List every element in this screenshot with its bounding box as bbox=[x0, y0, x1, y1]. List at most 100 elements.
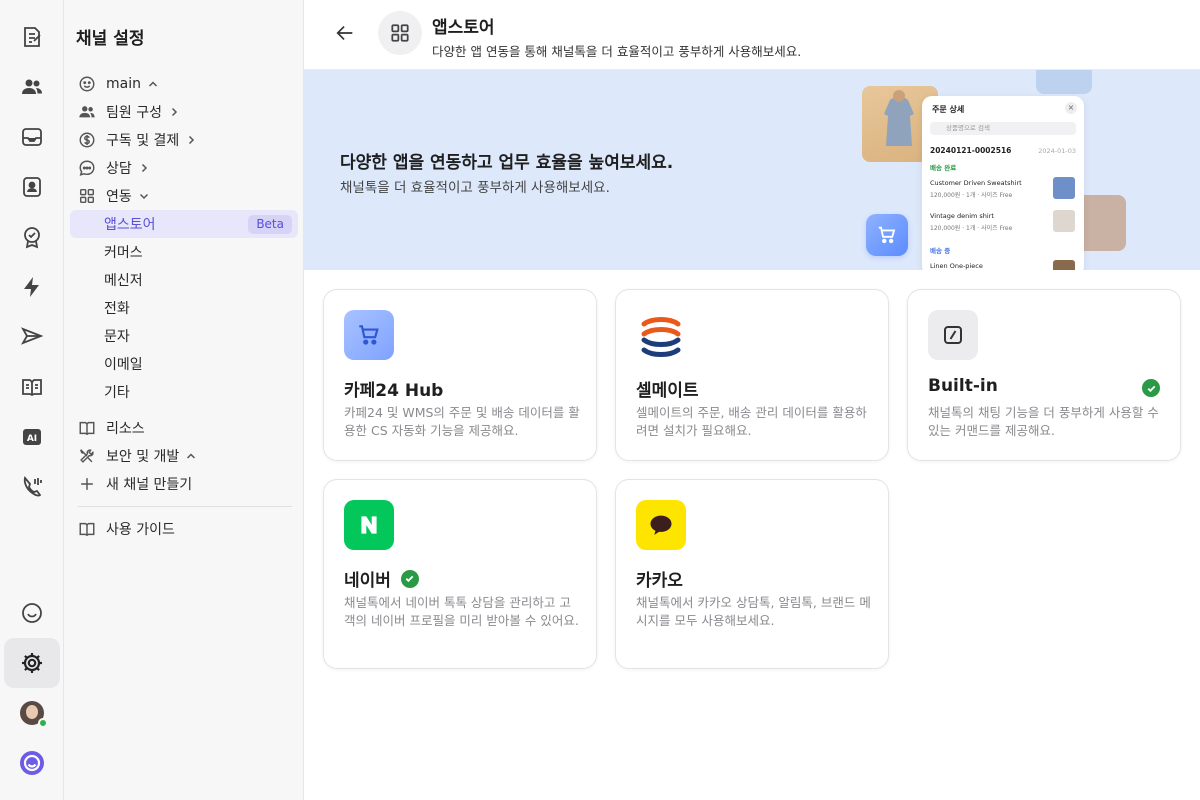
ai-icon[interactable]: AI bbox=[4, 412, 60, 462]
mock-search: 상품명으로 검색 bbox=[930, 122, 1076, 135]
mock-thumb bbox=[1053, 177, 1075, 199]
channel-talk-icon[interactable] bbox=[4, 588, 60, 638]
sidebar-item-phone[interactable]: 전화 bbox=[70, 294, 298, 322]
lightning-icon[interactable] bbox=[4, 262, 60, 312]
sidebar-item-label: 리소스 bbox=[106, 421, 145, 437]
app-card-builtin[interactable]: Built-in 채널톡의 채팅 기능을 더 풍부하게 사용할 수 있는 커맨드… bbox=[907, 289, 1181, 461]
app-name: 카카오 bbox=[636, 571, 683, 591]
app-title: 네이버 bbox=[344, 566, 419, 591]
grid-icon bbox=[78, 187, 96, 205]
app-name: 카페24 Hub bbox=[344, 381, 444, 401]
contacts-icon[interactable] bbox=[4, 62, 60, 112]
mock-item: Customer Driven Sweatshirt bbox=[930, 179, 1022, 187]
guide-icon bbox=[78, 520, 96, 538]
mock-order-id: 20240121-0002516 bbox=[930, 146, 1012, 155]
sidebar-item-guide[interactable]: 사용 가이드 bbox=[70, 515, 298, 543]
sellmate-logo bbox=[636, 310, 686, 360]
mock-item-meta: 120,000원 · 1개 · 사이즈 Free bbox=[930, 225, 1013, 232]
app-title: 셀메이트 bbox=[636, 376, 699, 401]
sidebar-item-resources[interactable]: 리소스 bbox=[70, 414, 298, 442]
app-description: 채널톡에서 네이버 톡톡 상담을 관리하고 고객의 네이버 프로필을 미리 받아… bbox=[344, 595, 579, 628]
sidebar-item-label: 보안 및 개발 bbox=[106, 449, 180, 465]
online-status-dot bbox=[38, 718, 48, 728]
sidebar-item-messenger[interactable]: 메신저 bbox=[70, 266, 298, 294]
sidebar-item-main[interactable]: main bbox=[70, 70, 298, 98]
chevron-right-icon bbox=[138, 162, 150, 174]
brand-logo-icon[interactable] bbox=[4, 738, 60, 788]
chevron-up-icon bbox=[185, 450, 197, 462]
back-arrow-icon[interactable] bbox=[332, 20, 358, 46]
beta-badge: Beta bbox=[248, 215, 292, 234]
sidebar-item-label: 커머스 bbox=[104, 245, 143, 261]
chevron-right-icon bbox=[185, 134, 197, 146]
plus-icon bbox=[78, 475, 96, 493]
sidebar-item-label: 새 채널 만들기 bbox=[106, 477, 193, 493]
mock-thumb bbox=[1053, 210, 1075, 232]
tools-icon bbox=[78, 447, 96, 465]
sidebar-item-new-channel[interactable]: 새 채널 만들기 bbox=[70, 470, 298, 498]
sidebar-item-label: 상담 bbox=[106, 161, 132, 177]
app-card-kakao[interactable]: 카카오 채널톡에서 카카오 상담톡, 알림톡, 브랜드 메시지를 모두 사용해보… bbox=[615, 479, 889, 669]
svg-text:AI: AI bbox=[27, 434, 37, 444]
sidebar-item-label: 문자 bbox=[104, 329, 130, 345]
mock-status: 배송 중 bbox=[930, 247, 951, 255]
banner-subtitle: 채널톡을 더 효율적이고 풍부하게 사용해보세요. bbox=[340, 180, 610, 196]
send-icon[interactable] bbox=[4, 312, 60, 362]
sidebar-item-etc[interactable]: 기타 bbox=[70, 378, 298, 406]
app-description: 채널톡에서 카카오 상담톡, 알림톡, 브랜드 메시지를 모두 사용해보세요. bbox=[636, 595, 871, 628]
team-icon bbox=[78, 103, 96, 121]
sidebar-item-commerce[interactable]: 커머스 bbox=[70, 238, 298, 266]
app-name: 네이버 bbox=[344, 571, 391, 591]
app-title: 카카오 bbox=[636, 566, 683, 591]
appstore-grid-icon bbox=[378, 11, 422, 55]
sidebar-item-security-dev[interactable]: 보안 및 개발 bbox=[70, 442, 298, 470]
phone-icon[interactable] bbox=[4, 462, 60, 512]
smile-icon bbox=[78, 75, 96, 93]
sidebar-item-sms[interactable]: 문자 bbox=[70, 322, 298, 350]
sidebar-item-team[interactable]: 팀원 구성 bbox=[70, 98, 298, 126]
compose-icon[interactable] bbox=[4, 12, 60, 62]
global-nav-rail: AI bbox=[0, 0, 64, 800]
chevron-up-icon bbox=[147, 78, 159, 90]
sidebar-item-label: 앱스토어 bbox=[104, 217, 156, 233]
sidebar-item-appstore[interactable]: 앱스토어 Beta bbox=[70, 210, 298, 238]
cart-icon bbox=[344, 310, 394, 360]
sidebar-item-billing[interactable]: 구독 및 결제 bbox=[70, 126, 298, 154]
sidebar-item-label: 사용 가이드 bbox=[106, 522, 175, 538]
mock-item: Linen One-piece bbox=[930, 262, 983, 270]
sidebar-item-label: 이메일 bbox=[104, 357, 143, 373]
sidebar-item-label: main bbox=[106, 76, 141, 92]
sidebar-title: 채널 설정 bbox=[76, 29, 145, 49]
naver-logo bbox=[344, 500, 394, 550]
installed-check-icon bbox=[1142, 379, 1160, 397]
app-name: 셀메이트 bbox=[636, 381, 699, 401]
app-description: 카페24 및 WMS의 주문 및 배송 데이터를 활용한 CS 자동화 기능을 … bbox=[344, 405, 580, 438]
app-card-naver[interactable]: 네이버 채널톡에서 네이버 톡톡 상담을 관리하고 고객의 네이버 프로필을 미… bbox=[323, 479, 597, 669]
user-avatar[interactable] bbox=[4, 688, 60, 738]
book-icon bbox=[78, 419, 96, 437]
sidebar-item-label: 기타 bbox=[104, 385, 130, 401]
sidebar-item-label: 메신저 bbox=[104, 273, 143, 289]
app-card-sellmate[interactable]: 셀메이트 셀메이트의 주문, 배송 관리 데이터를 활용하려면 설치가 필요해요… bbox=[615, 289, 889, 461]
customer-card-icon[interactable] bbox=[4, 162, 60, 212]
mock-date: 2024-01-03 bbox=[1038, 147, 1076, 155]
mock-thumb bbox=[1053, 260, 1075, 270]
document-icon[interactable] bbox=[4, 362, 60, 412]
close-icon: × bbox=[1065, 102, 1077, 114]
sidebar-item-consult[interactable]: 상담 bbox=[70, 154, 298, 182]
sidebar-item-email[interactable]: 이메일 bbox=[70, 350, 298, 378]
installed-check-icon bbox=[400, 569, 419, 588]
app-description: 채널톡의 채팅 기능을 더 풍부하게 사용할 수 있는 커맨드를 제공해요. bbox=[928, 405, 1159, 438]
chat-icon bbox=[78, 159, 96, 177]
inbox-icon[interactable] bbox=[4, 112, 60, 162]
mock-item: Vintage denim shirt bbox=[930, 212, 994, 220]
badge-check-icon[interactable] bbox=[4, 212, 60, 262]
sidebar-item-label: 전화 bbox=[104, 301, 130, 317]
promo-banner: 다양한 앱을 연동하고 업무 효율을 높여보세요. 채널톡을 더 효율적이고 풍… bbox=[304, 70, 1200, 270]
app-card-cafe24[interactable]: 카페24 Hub 카페24 및 WMS의 주문 및 배송 데이터를 활용한 CS… bbox=[323, 289, 597, 461]
app-description: 셀메이트의 주문, 배송 관리 데이터를 활용하려면 설치가 필요해요. bbox=[636, 405, 867, 438]
sidebar-item-integration[interactable]: 연동 bbox=[70, 182, 298, 210]
settings-gear-icon[interactable] bbox=[4, 638, 60, 688]
cart-icon bbox=[866, 214, 908, 256]
mock-item-meta: 120,000원 · 1개 · 사이즈 Free bbox=[930, 192, 1013, 199]
